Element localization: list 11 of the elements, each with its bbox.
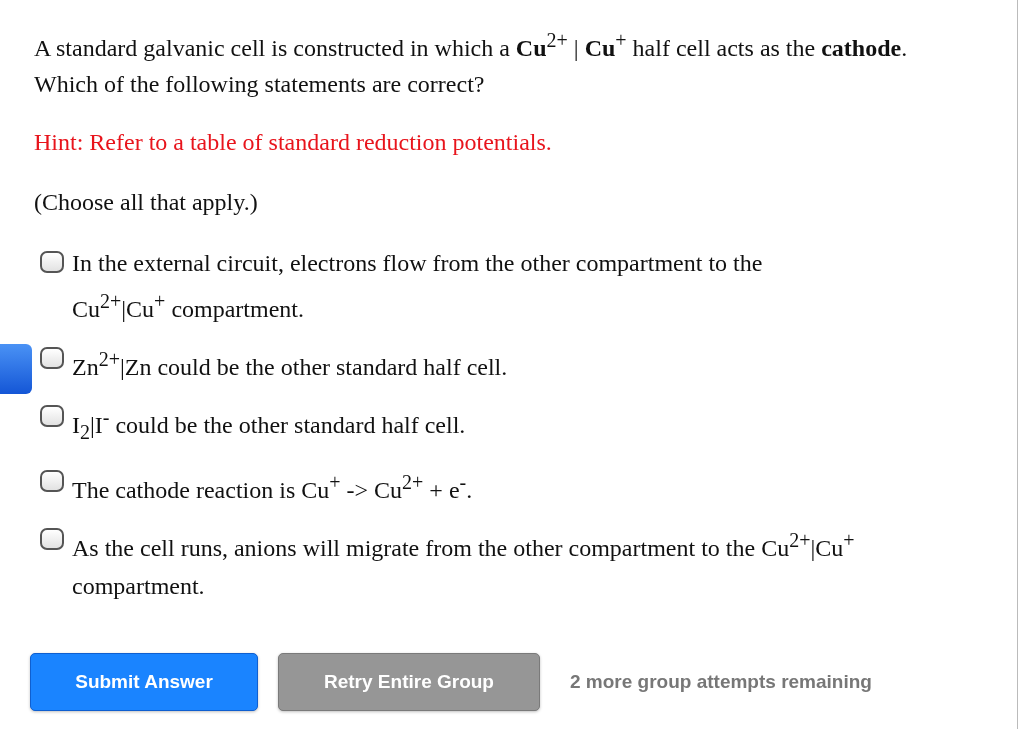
question-text: A standard galvanic cell is constructed in which a Cu$^{2+}$ | Cu$^{+}$ half cell acts as the cathode. Which of the following statements are correct? <box>34 28 909 99</box>
option-text: Zn$^{2+}$|Zn could be the other standard half cell. <box>72 347 508 382</box>
submit-button[interactable]: Submit Answer <box>30 652 258 711</box>
option-text: In the external circuit, electrons flow from the other compartment to the Cu$^{2+}$|Cu$^{+}$ compartment. <box>72 249 764 324</box>
attempts-text: 2 more group attempts remaining <box>570 670 872 693</box>
option-text: As the cell runs, anions will migrate from the other compartment to the Cu$^{2+}$|Cu$^{+}$ compartment. <box>72 527 856 601</box>
option-text: I$_{2}$|I$^{-}$ could be the other standard half cell. <box>72 405 466 445</box>
retry-button[interactable]: Retry Entire Group <box>278 652 540 711</box>
option-text: The cathode reaction is Cu$^{+}$ -> Cu$^{2+}$ + e$^{-}$. <box>72 469 473 505</box>
hint-text: Hint: Refer to a table of standard reduction potentials. <box>34 128 553 157</box>
instruction-text: (Choose all that apply.) <box>34 188 259 217</box>
